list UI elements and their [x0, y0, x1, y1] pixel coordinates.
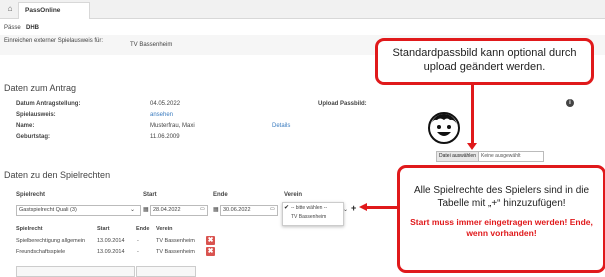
- passbild-avatar: [428, 112, 460, 144]
- file-status: Keine ausgewählt: [481, 153, 521, 159]
- details-link[interactable]: Details: [272, 123, 290, 129]
- geburtstag-label: Geburtstag:: [16, 134, 51, 140]
- col-start: Start: [143, 192, 157, 198]
- name-value: Musterfrau, Maxi: [150, 123, 195, 129]
- callout-spielrechte: Alle Spielrechte des Spielers sind in di…: [397, 165, 605, 273]
- footer-button[interactable]: [136, 266, 196, 277]
- callout-passbild-text: Standardpassbild kann optional durch upl…: [392, 47, 577, 73]
- verein-option-tv-bassenheim[interactable]: TV Bassenheim: [291, 214, 326, 220]
- table-header-start: Start: [97, 226, 110, 232]
- spielausweis-label: Spielausweis:: [16, 112, 56, 118]
- callout-arrow: [366, 206, 397, 209]
- row-spielrecht: Spielberechtigung allgemein: [16, 238, 86, 244]
- row-start: 13.09.2014: [97, 238, 125, 244]
- callout-arrowhead: [359, 203, 367, 211]
- row-ende: -: [137, 249, 139, 255]
- datum-label: Datum Antragstellung:: [16, 101, 81, 107]
- start-date-value: 28.04.2022: [153, 207, 181, 213]
- delete-row-button[interactable]: ✖: [206, 247, 215, 256]
- date-picker-icon[interactable]: ▭: [270, 206, 275, 212]
- callout-passbild: Standardpassbild kann optional durch upl…: [375, 38, 594, 85]
- geburtstag-value: 11.06.2009: [150, 134, 180, 140]
- add-spielrecht-button[interactable]: +: [351, 203, 356, 213]
- context-value: DHB: [26, 25, 39, 31]
- table-header-ende: Ende: [136, 226, 150, 232]
- col-verein: Verein: [284, 192, 303, 198]
- callout-arrowhead: [467, 143, 477, 150]
- col-spielrecht: Spielrecht: [16, 192, 46, 198]
- name-label: Name:: [16, 123, 35, 129]
- tab-passonline[interactable]: PassOnline: [18, 2, 90, 19]
- context-label: Pässe: [4, 25, 21, 31]
- upload-label: Upload Passbild:: [318, 101, 367, 107]
- callout-spielrechte-text: Alle Spielrechte des Spielers sind in di…: [413, 185, 590, 209]
- spielausweis-link[interactable]: ansehen: [150, 112, 173, 118]
- row-verein: TV Bassenheim: [156, 238, 195, 244]
- intro-value: TV Bassenheim: [130, 42, 173, 48]
- chevron-down-icon: ⌄: [343, 207, 349, 213]
- chevron-down-icon: ⌄: [130, 207, 136, 213]
- calendar-icon[interactable]: ▦: [213, 206, 219, 213]
- table-header-verein: Verein: [156, 226, 173, 232]
- calendar-icon[interactable]: ▦: [143, 206, 149, 213]
- verein-option-placeholder[interactable]: -- bitte wählen --: [291, 205, 327, 211]
- row-ende: -: [137, 238, 139, 244]
- spielrecht-select-value: Gastspielrecht Quali (3): [19, 207, 77, 213]
- home-icon[interactable]: ⌂: [4, 3, 16, 15]
- tab-bar: [0, 0, 605, 19]
- info-icon[interactable]: i: [566, 99, 574, 107]
- tab-label: PassOnline: [25, 7, 61, 14]
- row-start: 13.09.2014: [97, 249, 125, 255]
- row-verein: TV Bassenheim: [156, 249, 195, 255]
- check-icon: ✔: [284, 205, 290, 211]
- callout-spielrechte-warning: Start muss immer eingetragen werden! End…: [410, 217, 593, 238]
- row-spielrecht: Freundschaftsspiele: [16, 249, 66, 255]
- footer-button[interactable]: [16, 266, 135, 277]
- file-choose-button[interactable]: Datei auswählen: [437, 152, 479, 161]
- section-heading-antrag: Daten zum Antrag: [4, 83, 77, 93]
- col-ende: Ende: [213, 192, 228, 198]
- section-heading-spielrechte: Daten zu den Spielrechten: [4, 170, 111, 180]
- date-picker-icon[interactable]: ▭: [200, 206, 205, 212]
- end-date-value: 30.06.2022: [223, 207, 251, 213]
- datum-value: 04.05.2022: [150, 101, 181, 107]
- callout-arrow: [471, 82, 474, 145]
- delete-row-button[interactable]: ✖: [206, 236, 215, 245]
- intro-label: Einreichen externer Spielausweis für:: [4, 38, 104, 44]
- table-header-spielrecht: Spielrecht: [16, 226, 43, 232]
